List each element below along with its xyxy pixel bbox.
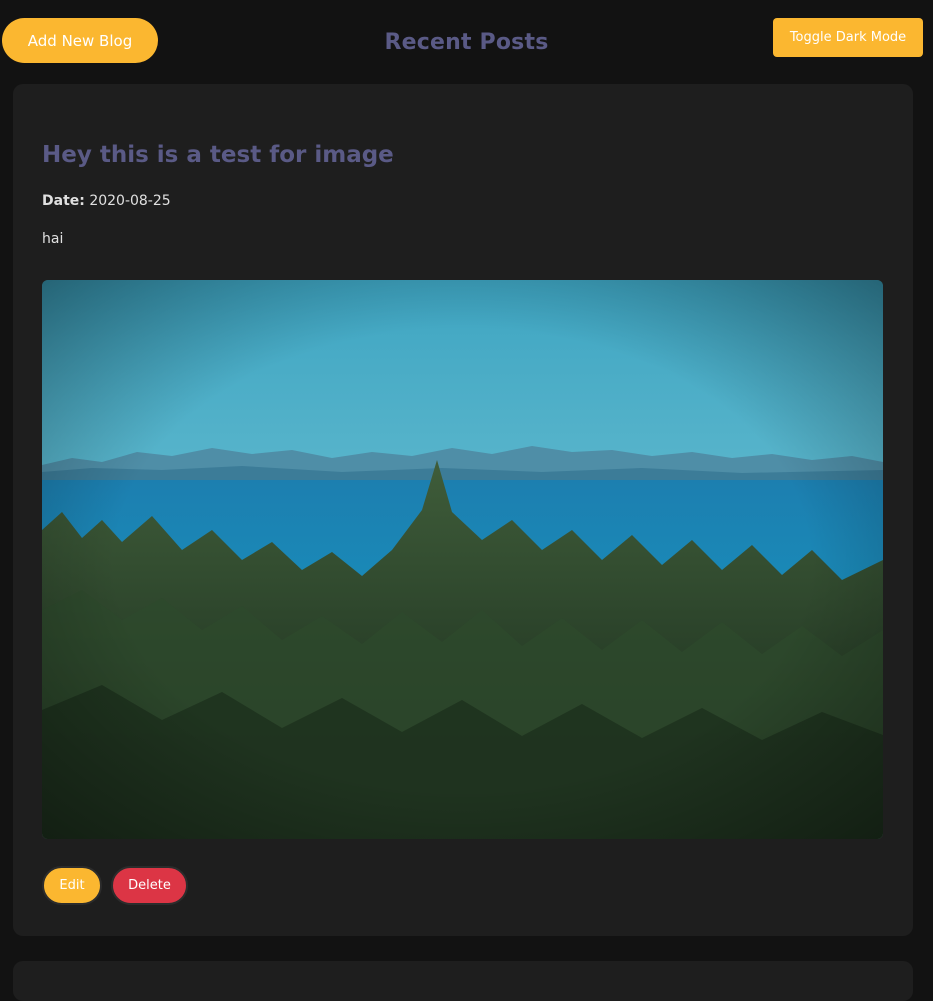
post-title: Hey this is a test for image xyxy=(42,142,394,168)
landscape-image xyxy=(42,280,883,839)
toggle-dark-mode-button[interactable]: Toggle Dark Mode xyxy=(773,18,923,57)
post-body: hai xyxy=(42,231,64,247)
post-image xyxy=(42,280,883,839)
post-card: Hey this is a test for image Date: 2020-… xyxy=(13,84,913,936)
post-date-label: Date: xyxy=(42,193,85,209)
edit-button[interactable]: Edit xyxy=(42,866,102,905)
delete-button[interactable]: Delete xyxy=(111,866,188,905)
post-date-value: 2020-08-25 xyxy=(89,193,171,209)
top-bar: Add New Blog Recent Posts Toggle Dark Mo… xyxy=(0,0,933,84)
post-date: Date: 2020-08-25 xyxy=(42,193,171,209)
next-post-card xyxy=(13,961,913,1001)
